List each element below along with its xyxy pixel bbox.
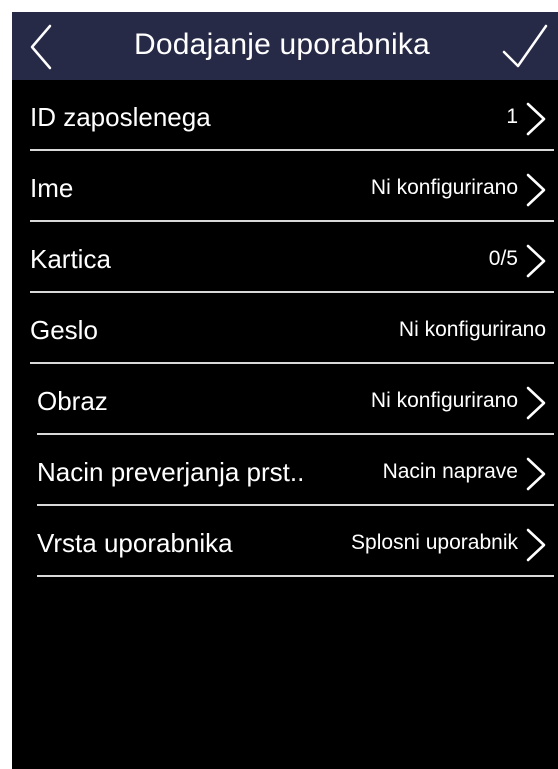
list-item-value: Ni konfigurirano bbox=[370, 176, 518, 199]
list-item-label: ID zaposlenega bbox=[30, 102, 211, 132]
list-item-value: Splosni uporabnik bbox=[351, 531, 518, 554]
list-item-label: Geslo bbox=[30, 315, 98, 345]
list-item-value: Ni konfigurirano bbox=[398, 318, 546, 341]
checkmark-icon bbox=[502, 24, 548, 68]
list-item-label: Ime bbox=[30, 173, 74, 203]
header-bar: Dodajanje uporabnika bbox=[12, 12, 558, 80]
list-item-fingerprint-verification[interactable]: Nacin preverjanja prst.. Nacin naprave bbox=[12, 435, 558, 506]
list-item-password[interactable]: Geslo Ni konfigurirano bbox=[12, 293, 558, 364]
page-title: Dodajanje uporabnika bbox=[134, 28, 430, 61]
divider bbox=[37, 575, 554, 577]
chevron-right-icon bbox=[526, 102, 546, 136]
list-item-employee-id[interactable]: ID zaposlenega 1 bbox=[12, 80, 558, 151]
list-item-value: Nacin naprave bbox=[382, 460, 518, 483]
list-item-label: Kartica bbox=[30, 244, 111, 274]
confirm-button[interactable] bbox=[498, 22, 552, 74]
list-item-user-type[interactable]: Vrsta uporabnika Splosni uporabnik bbox=[12, 506, 558, 577]
list-item-value: Ni konfigurirano bbox=[370, 389, 518, 412]
chevron-left-icon bbox=[30, 24, 52, 70]
list-item-name[interactable]: Ime Ni konfigurirano bbox=[12, 151, 558, 222]
list-item-value: 0/5 bbox=[488, 247, 518, 270]
list-item-label: Obraz bbox=[37, 386, 108, 416]
app-screen: Dodajanje uporabnika ID zaposlenega 1 Im… bbox=[12, 12, 558, 769]
settings-list: ID zaposlenega 1 Ime Ni konfigurirano Ka… bbox=[12, 80, 558, 577]
list-item-label: Vrsta uporabnika bbox=[37, 528, 233, 558]
list-item-face[interactable]: Obraz Ni konfigurirano bbox=[12, 364, 558, 435]
chevron-right-icon bbox=[526, 173, 546, 207]
chevron-right-icon bbox=[526, 528, 546, 562]
chevron-right-icon bbox=[526, 244, 546, 278]
list-item-label: Nacin preverjanja prst.. bbox=[37, 457, 305, 487]
list-item-card[interactable]: Kartica 0/5 bbox=[12, 222, 558, 293]
chevron-right-icon bbox=[526, 386, 546, 420]
chevron-right-icon bbox=[526, 457, 546, 491]
back-button[interactable] bbox=[20, 20, 70, 72]
list-item-value: 1 bbox=[506, 105, 518, 128]
